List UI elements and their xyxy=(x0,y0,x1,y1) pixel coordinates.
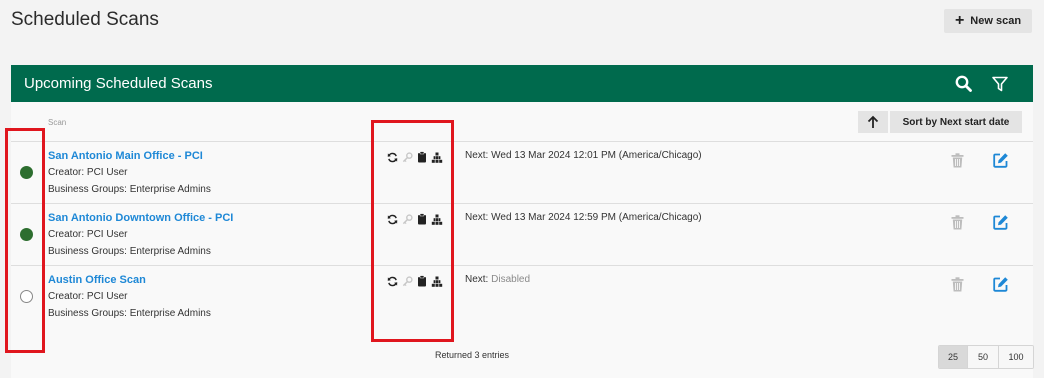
scan-creator: Creator: PCI User xyxy=(48,229,128,240)
new-scan-label: New scan xyxy=(970,15,1022,27)
sort-by-button[interactable]: Sort by Next start date xyxy=(890,111,1022,133)
network-icon xyxy=(431,152,443,163)
scan-business-groups: Business Groups: Enterprise Admins xyxy=(48,308,211,319)
trash-icon[interactable] xyxy=(951,277,964,297)
refresh-icon xyxy=(387,152,398,163)
panel-title: Upcoming Scheduled Scans xyxy=(24,75,213,92)
scan-name-link[interactable]: San Antonio Main Office - PCI xyxy=(48,150,203,162)
next-start: Next: Disabled xyxy=(465,274,530,285)
scan-business-groups: Business Groups: Enterprise Admins xyxy=(48,246,211,257)
status-enabled-indicator[interactable] xyxy=(20,166,33,179)
next-value: Disabled xyxy=(491,274,531,285)
status-disabled-indicator[interactable] xyxy=(20,290,33,303)
panel-header: Upcoming Scheduled Scans xyxy=(11,65,1033,102)
clipboard-icon xyxy=(417,151,427,163)
clipboard-icon xyxy=(417,275,427,287)
next-prefix: Next: xyxy=(465,274,489,285)
returned-entries: Returned 3 entries xyxy=(435,350,510,360)
next-value: Wed 13 Mar 2024 12:01 PM (America/Chicag… xyxy=(491,150,702,161)
table-row: San Antonio Downtown Office - PCI Creator… xyxy=(11,203,1033,265)
key-icon xyxy=(402,151,413,163)
trash-icon[interactable] xyxy=(951,215,964,235)
next-start: Next: Wed 13 Mar 2024 12:01 PM (America/… xyxy=(465,150,702,161)
arrow-up-icon xyxy=(867,115,879,128)
key-icon xyxy=(402,275,413,287)
scan-name-link[interactable]: Austin Office Scan xyxy=(48,274,146,286)
refresh-icon xyxy=(387,276,398,287)
plus-icon: + xyxy=(954,12,965,29)
scan-creator: Creator: PCI User xyxy=(48,167,128,178)
sort-direction-button[interactable] xyxy=(858,111,888,133)
page-size-100[interactable]: 100 xyxy=(998,346,1033,368)
status-enabled-indicator[interactable] xyxy=(20,228,33,241)
scan-business-groups: Business Groups: Enterprise Admins xyxy=(48,184,211,195)
page-size-25[interactable]: 25 xyxy=(939,346,967,368)
next-start: Next: Wed 13 Mar 2024 12:59 PM (America/… xyxy=(465,212,702,223)
page-size-selector: 25 50 100 xyxy=(938,345,1034,369)
table-row: Austin Office Scan Creator: PCI User Busin… xyxy=(11,265,1033,327)
filter-icon[interactable] xyxy=(990,74,1010,94)
search-icon[interactable] xyxy=(954,74,974,94)
clipboard-icon xyxy=(417,213,427,225)
next-value: Wed 13 Mar 2024 12:59 PM (America/Chicag… xyxy=(491,212,702,223)
scan-type-icons xyxy=(387,212,443,226)
key-icon xyxy=(402,213,413,225)
page-title: Scheduled Scans xyxy=(11,9,159,30)
scan-name-link[interactable]: San Antonio Downtown Office - PCI xyxy=(48,212,233,224)
trash-icon[interactable] xyxy=(951,153,964,173)
next-prefix: Next: xyxy=(465,150,489,161)
network-icon xyxy=(431,276,443,287)
edit-icon[interactable] xyxy=(993,214,1009,235)
scheduled-scans-panel: Upcoming Scheduled Scans Scan Sort by Ne… xyxy=(11,65,1034,378)
new-scan-button[interactable]: + New scan xyxy=(944,9,1032,33)
table-row: San Antonio Main Office - PCI Creator: PC… xyxy=(11,141,1033,203)
scan-type-icons xyxy=(387,150,443,164)
network-icon xyxy=(431,214,443,225)
column-header-scan: Scan xyxy=(48,118,67,127)
page-size-50[interactable]: 50 xyxy=(967,346,998,368)
edit-icon[interactable] xyxy=(993,152,1009,173)
next-prefix: Next: xyxy=(465,212,489,223)
scan-creator: Creator: PCI User xyxy=(48,291,128,302)
scan-type-icons xyxy=(387,274,443,288)
refresh-icon xyxy=(387,214,398,225)
edit-icon[interactable] xyxy=(993,276,1009,297)
